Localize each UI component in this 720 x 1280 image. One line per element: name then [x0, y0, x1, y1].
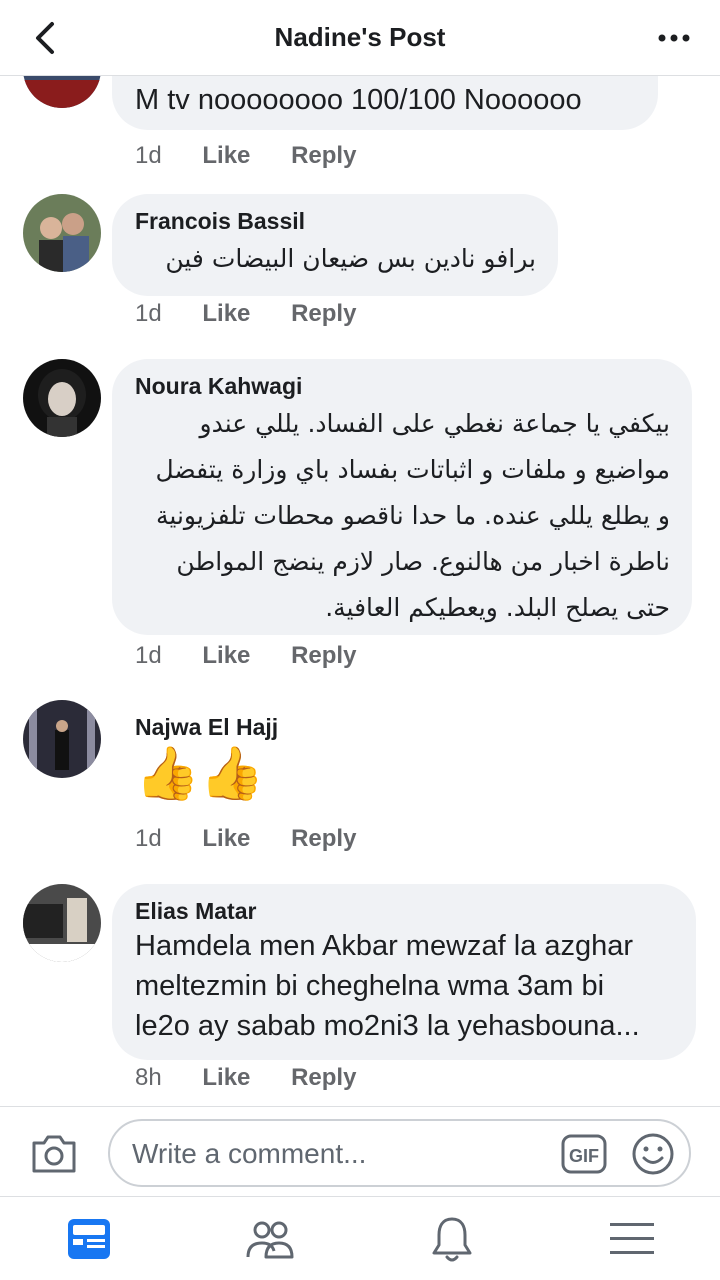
gif-button[interactable]: GIF — [560, 1133, 608, 1175]
more-dots-icon — [658, 34, 690, 42]
gif-icon: GIF — [561, 1134, 607, 1174]
comment-text-line: Hamdela men Akbar mewzaf la azghar — [135, 930, 634, 962]
comment-text-line: مواضيع و ملفات و اثباتات بفساد باي وزارة… — [155, 455, 670, 484]
comment-meta: 1d Like Reply — [135, 642, 390, 670]
friends-icon — [246, 1221, 294, 1259]
smiley-icon — [632, 1133, 674, 1175]
comment-time: 1d — [135, 300, 162, 327]
comment-time: 1d — [135, 642, 162, 669]
like-link[interactable]: Like — [202, 300, 250, 327]
bell-icon — [432, 1217, 472, 1262]
comment-text: برافو نادين بس ضيعان البيضات فين — [165, 244, 536, 273]
like-link[interactable]: Like — [202, 1064, 250, 1091]
comment-meta: 1d Like Reply — [135, 300, 390, 328]
comment-meta: 1d Like Reply — [135, 142, 390, 170]
bottom-tab-bar — [0, 1196, 720, 1280]
comment-author[interactable]: Najwa El Hajj — [135, 712, 330, 742]
comment-time: 8h — [135, 1064, 162, 1091]
comment-text-line: حتى يصلح البلد. ويعطيكم العافية. — [325, 593, 670, 622]
tab-news-feed[interactable] — [63, 1213, 115, 1265]
comment-input-wrapper: GIF — [108, 1119, 691, 1187]
comment-bubble: Najwa El Hajj 👍👍 — [112, 700, 352, 808]
thumbs-up-emoji: 👍👍 — [135, 744, 265, 804]
news-feed-icon — [68, 1219, 110, 1259]
more-options-button[interactable] — [652, 20, 696, 56]
comment-bubble[interactable]: Elias Matar Hamdela men Akbar mewzaf la … — [112, 884, 696, 1060]
top-bar: Nadine's Post — [0, 0, 720, 76]
tab-menu[interactable] — [606, 1213, 658, 1265]
avatar[interactable] — [23, 700, 101, 778]
comment-bubble[interactable]: Francois Bassil برافو نادين بس ضيعان الب… — [112, 194, 558, 296]
camera-button[interactable] — [30, 1131, 78, 1175]
page-title: Nadine's Post — [274, 22, 446, 52]
comment-text-line: و يطلع يللي عنده. ما حدا ناقصو محطات تلف… — [156, 501, 670, 530]
reply-link[interactable]: Reply — [291, 1064, 356, 1091]
reply-link[interactable]: Reply — [291, 642, 356, 669]
comment-meta: 8h Like Reply — [135, 1064, 390, 1092]
emoji-button[interactable] — [630, 1131, 676, 1177]
comment-text: M tv noooooooo 100/100 Noooooo — [135, 84, 582, 116]
hamburger-menu-icon — [610, 1223, 654, 1254]
avatar[interactable] — [23, 194, 101, 272]
like-link[interactable]: Like — [202, 642, 250, 669]
comment-text-line: بيكفي يا جماعة نغطي على الفساد. يللي عند… — [199, 409, 670, 438]
reply-link[interactable]: Reply — [291, 142, 356, 169]
comment-composer: GIF — [0, 1106, 720, 1196]
tab-notifications[interactable] — [426, 1213, 478, 1265]
comment-author: Noura Kahwagi — [135, 373, 303, 399]
comment-bubble[interactable]: M tv noooooooo 100/100 Noooooo — [112, 76, 658, 130]
comment-bubble[interactable]: Noura Kahwagi بيكفي يا جماعة نغطي على ال… — [112, 359, 692, 635]
comment-author[interactable]: Elias Matar — [135, 896, 674, 926]
avatar[interactable] — [23, 884, 101, 962]
reply-link[interactable]: Reply — [291, 825, 356, 852]
tab-friends[interactable] — [244, 1213, 296, 1265]
avatar[interactable] — [23, 76, 101, 108]
camera-icon — [32, 1135, 76, 1173]
reply-link[interactable]: Reply — [291, 300, 356, 327]
comment-text-line: ناطرة اخبار من هالنوع. صار لازم ينضج الم… — [176, 547, 670, 576]
like-link[interactable]: Like — [202, 825, 250, 852]
comment-time: 1d — [135, 142, 162, 169]
comment-text-line: meltezmin bi cheghelna wma 3am bi — [135, 970, 605, 1002]
comment-input[interactable] — [132, 1131, 552, 1177]
comment-text-line: le2o ay sabab mo2ni3 la yehasbouna... — [135, 1010, 640, 1042]
comment-time: 1d — [135, 825, 162, 852]
comments-feed[interactable]: M tv noooooooo 100/100 Noooooo 1d Like R… — [0, 76, 720, 1106]
svg-text:GIF: GIF — [569, 1146, 599, 1166]
like-link[interactable]: Like — [202, 142, 250, 169]
avatar[interactable] — [23, 359, 101, 437]
comment-meta: 1d Like Reply — [135, 825, 390, 853]
comment-author[interactable]: Francois Bassil — [135, 206, 536, 236]
